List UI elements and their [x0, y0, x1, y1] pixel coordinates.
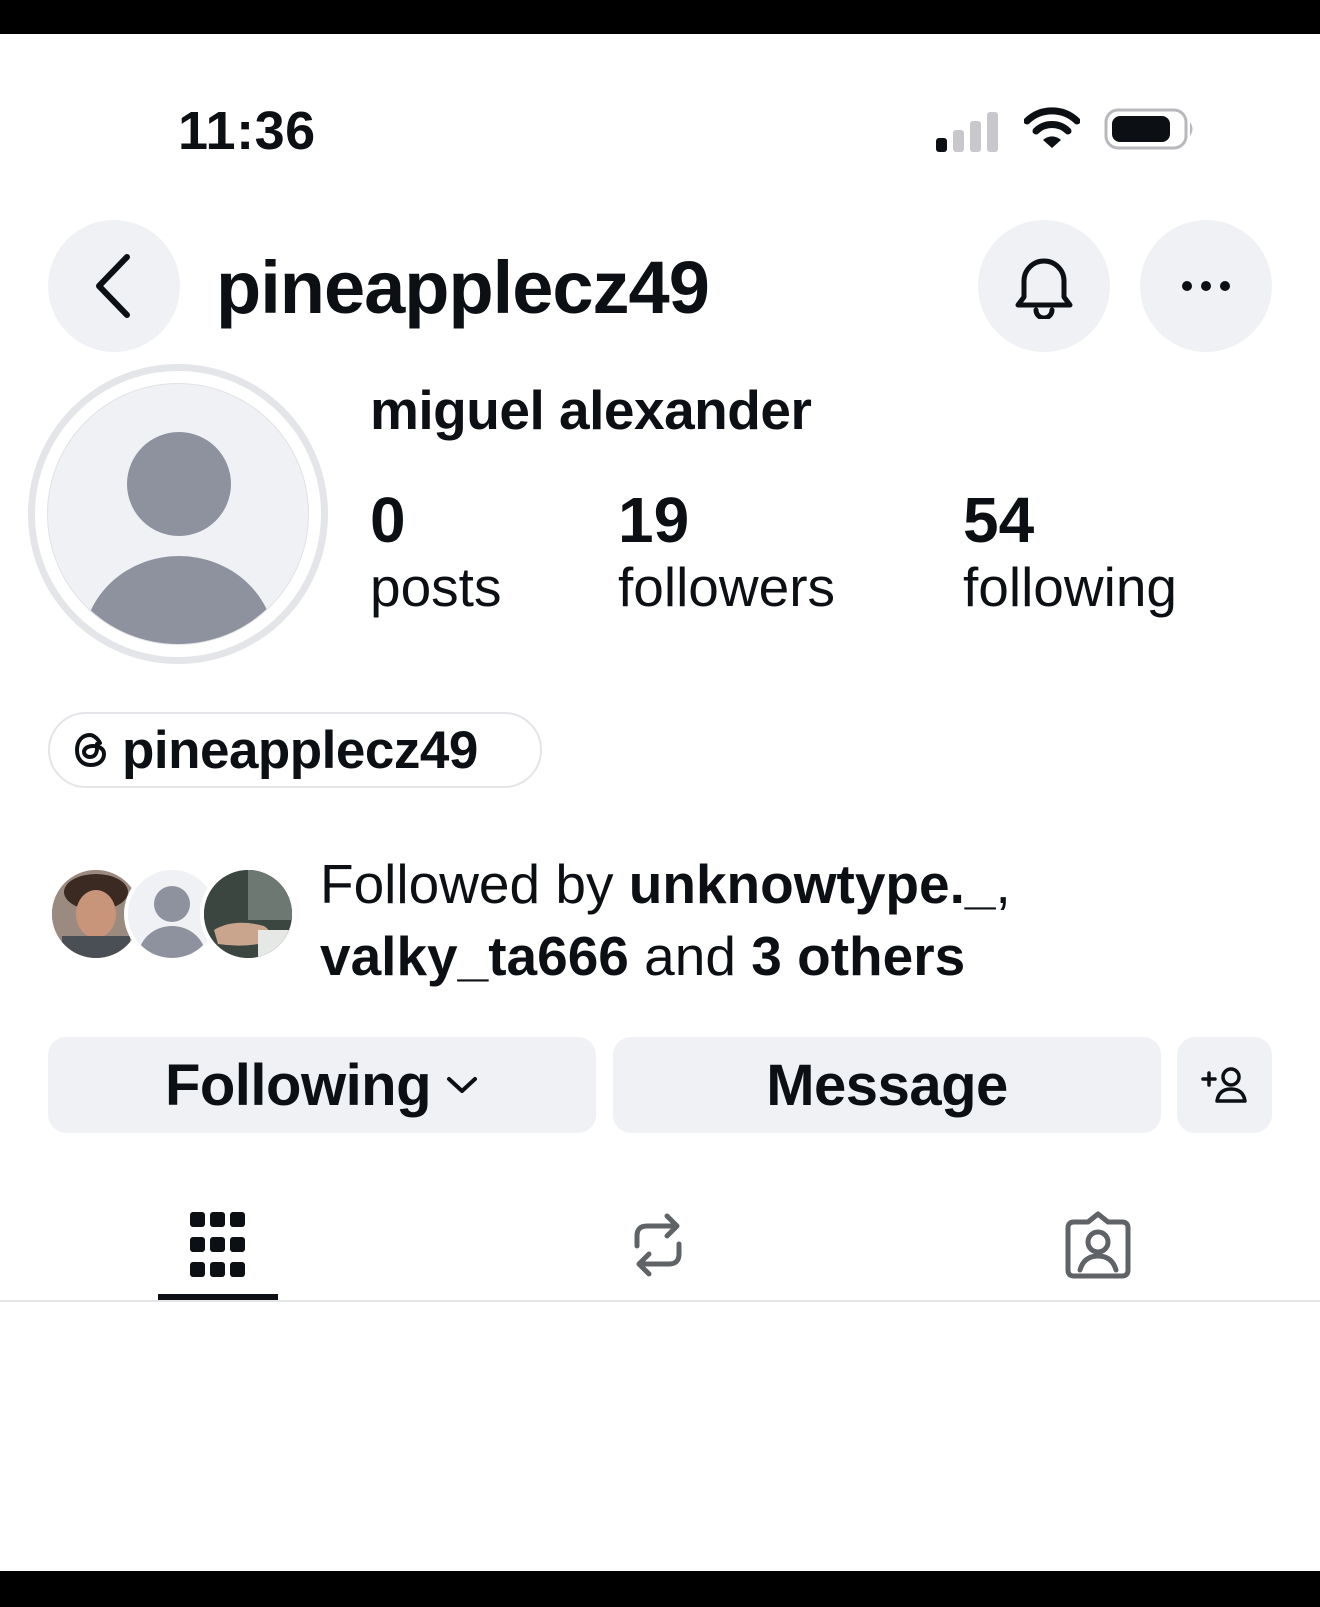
followed-by-separator: , [995, 853, 1011, 915]
mutual-others[interactable]: 3 others [751, 925, 965, 987]
followed-by-prefix: Followed by [320, 853, 629, 915]
following-stat[interactable]: 54 following [963, 484, 1177, 618]
following-label: following [963, 556, 1178, 618]
threads-profile-link[interactable]: pineapplecz49 [48, 712, 542, 788]
message-button[interactable]: Message [613, 1037, 1161, 1133]
tab-tagged[interactable] [1038, 1195, 1158, 1295]
notifications-button[interactable] [978, 220, 1110, 352]
following-button-label: Following [164, 1052, 432, 1118]
bottom-black-bar [0, 1571, 1320, 1607]
followed-by-text[interactable]: Followed by unknowtype._, valky_ta666 and… [320, 848, 1280, 992]
chevron-left-icon [96, 254, 130, 318]
more-options-button[interactable] [1140, 220, 1272, 352]
battery-icon [1104, 107, 1196, 156]
threads-handle: pineapplecz49 [122, 720, 478, 780]
suggest-users-button[interactable] [1177, 1037, 1272, 1133]
mutual-followers-avatars[interactable] [48, 866, 298, 962]
posts-label: posts [370, 556, 502, 618]
tab-reposts[interactable] [598, 1195, 718, 1295]
wifi-icon [1023, 106, 1081, 155]
profile-full-name: miguel alexander [370, 379, 812, 441]
default-avatar-icon [47, 383, 309, 645]
following-button[interactable]: Following [48, 1037, 596, 1133]
followed-by-middle: and [628, 925, 752, 987]
mutual-user-2[interactable]: valky_ta666 [320, 925, 629, 987]
profile-username: pineapplecz49 [216, 246, 710, 329]
add-user-icon [1200, 1067, 1247, 1103]
top-black-bar [0, 0, 1320, 34]
tab-divider [0, 1300, 1320, 1302]
grid-icon [190, 1212, 245, 1277]
posts-stat[interactable]: 0 posts [370, 484, 501, 618]
status-time: 11:36 [178, 101, 316, 161]
chevron-down-icon [447, 1077, 478, 1093]
mutual-user-1[interactable]: unknowtype._ [629, 853, 996, 915]
profile-avatar[interactable] [28, 364, 328, 664]
cellular-signal-icon [936, 110, 1002, 152]
repost-icon [634, 1213, 682, 1277]
back-button[interactable] [48, 220, 180, 352]
followers-stat[interactable]: 19 followers [618, 484, 835, 618]
followers-label: followers [618, 556, 836, 618]
tab-posts-grid[interactable] [158, 1195, 278, 1295]
threads-icon [74, 732, 107, 768]
message-button-label: Message [766, 1052, 1008, 1118]
tagged-icon [1065, 1211, 1131, 1279]
posts-count: 0 [370, 484, 406, 556]
screen: 11:36 pineapplecz49 miguel alexander 0 p… [0, 0, 1320, 1607]
following-count: 54 [963, 484, 1035, 556]
mutual-avatar-3 [200, 866, 296, 962]
bell-icon [1015, 258, 1073, 319]
ellipsis-icon [1182, 281, 1230, 291]
followers-count: 19 [618, 484, 690, 556]
